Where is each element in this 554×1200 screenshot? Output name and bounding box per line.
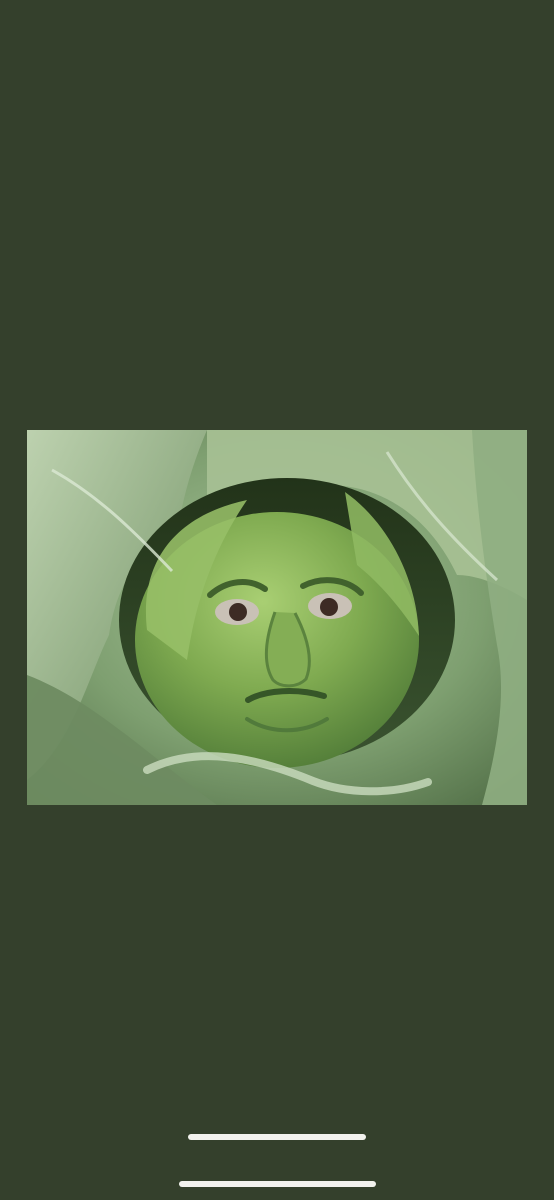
cabbage-face-illustration (27, 430, 527, 805)
bottom-system-bar (179, 1181, 376, 1187)
right-pupil (320, 598, 338, 616)
cabbage-face-photo[interactable] (27, 430, 527, 805)
left-pupil (229, 603, 247, 621)
image-viewer-screen (0, 0, 554, 1200)
home-indicator[interactable] (188, 1134, 366, 1140)
